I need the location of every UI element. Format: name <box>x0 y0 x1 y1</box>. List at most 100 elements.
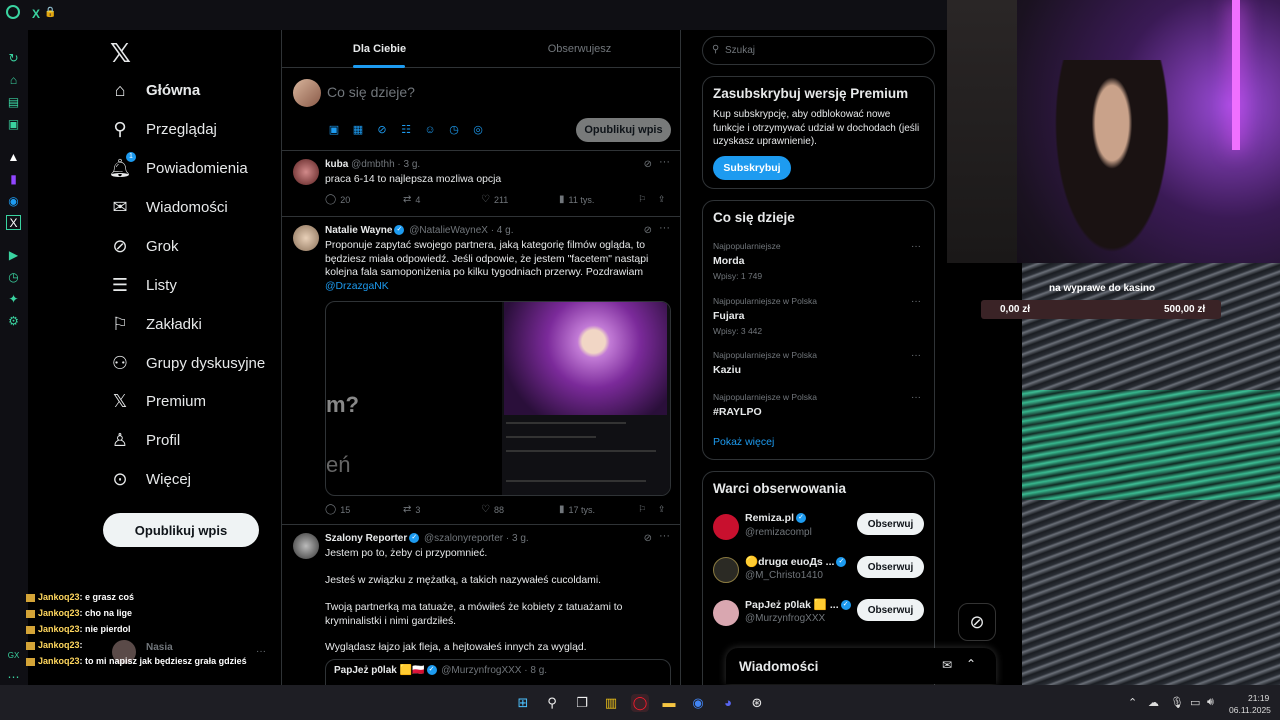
puzzle-icon[interactable]: ✦ <box>6 292 21 307</box>
follow-item[interactable]: PapJeż p0lak 🟨 ... ✓ @MurzynfrogXXX Obser… <box>713 596 928 632</box>
chrome-icon[interactable]: ◉ <box>689 694 707 712</box>
avatar[interactable] <box>713 600 739 626</box>
tweet[interactable]: Natalie Wayne ✓ @NatalieWayneX · 4 g. ⊘ ·… <box>282 217 680 525</box>
author-name[interactable]: Szalony Reporter <box>325 533 407 544</box>
play-icon[interactable]: ▶ <box>6 248 21 263</box>
nav-more[interactable]: ⊙ Więcej <box>108 460 191 498</box>
twitch-icon[interactable]: ▮ <box>6 172 21 187</box>
author-handle[interactable]: @szalonyreporter <box>424 533 503 544</box>
tweet-media[interactable]: m? eń <box>325 301 671 496</box>
avatar[interactable] <box>713 557 739 583</box>
follow-item[interactable]: 🟡drugα euoДs ... ✓ @M_Christo1410 Obserwu… <box>713 553 928 589</box>
follow-button[interactable]: Obserwuj <box>857 513 924 535</box>
views-button[interactable]: ▮ 17 tys. <box>559 504 595 515</box>
avatar[interactable] <box>293 533 319 559</box>
clock-icon[interactable]: ◷ <box>6 270 21 285</box>
nav-communities[interactable]: ⚇ Grupy dyskusyjne <box>108 344 265 382</box>
avatar[interactable] <box>713 514 739 540</box>
reply-button[interactable]: ◯ 20 <box>325 194 350 205</box>
nav-grok[interactable]: ⊘ Grok <box>108 227 178 265</box>
poll-icon[interactable]: ☷ <box>399 123 413 137</box>
like-button[interactable]: ♡ 211 <box>481 194 508 205</box>
avatar[interactable] <box>293 79 321 107</box>
task-view-icon[interactable]: ❐ <box>573 694 591 712</box>
app-icon[interactable]: ▥ <box>602 694 620 712</box>
cloud-icon[interactable]: ☁ <box>1148 696 1159 709</box>
settings-icon[interactable]: ⚙ <box>6 314 21 329</box>
bookmark-icon[interactable]: ⚐ <box>638 194 646 205</box>
discord-icon[interactable]: ◕ <box>719 694 737 712</box>
more-icon[interactable]: ··· <box>659 530 670 542</box>
emoji-icon[interactable]: ☺ <box>423 123 437 137</box>
chevron-up-icon[interactable]: ⌃ <box>1128 696 1137 709</box>
chart-icon[interactable]: ▤ <box>6 95 21 110</box>
grok-floating-button[interactable]: ⊘ <box>958 603 996 641</box>
author-name[interactable]: Natalie Wayne <box>325 225 392 236</box>
share-icon[interactable]: ⇪ <box>658 194 666 205</box>
retweet-button[interactable]: ⇄ 4 <box>403 194 420 205</box>
x-logo-icon[interactable]: 𝕏 <box>110 38 131 69</box>
tweet[interactable]: Szalony Reporter ✓ @szalonyreporter · 3 g… <box>282 525 680 685</box>
quote-author-name[interactable]: PapJeż p0lak 🟨🇵🇱 <box>334 665 425 676</box>
trend-item[interactable]: Najpopularniejsze w Polska Kaziu ··· <box>713 350 923 376</box>
author-handle[interactable]: @NatalieWayneX <box>409 225 488 236</box>
tab-following[interactable]: Obserwujesz <box>477 30 680 68</box>
avatar[interactable] <box>293 159 319 185</box>
chat-popup-name[interactable]: Nasia <box>146 642 173 653</box>
follow-button[interactable]: Obserwuj <box>857 556 924 578</box>
clock-date[interactable]: 06.11.2025 <box>1229 705 1271 715</box>
tab-for-you[interactable]: Dla Ciebie <box>282 30 477 68</box>
tab-x-icon[interactable]: X <box>32 7 40 21</box>
nav-bookmarks[interactable]: ⚐ Zakładki <box>108 305 202 343</box>
post-button[interactable]: Opublikuj wpis <box>103 513 259 547</box>
quote-author-handle[interactable]: @MurzynfrogXXX <box>441 665 521 676</box>
grok-icon[interactable]: ⊘ <box>644 533 652 544</box>
trend-item[interactable]: Najpopularniejsze Morda Wpisy: 1 749 ··· <box>713 241 923 281</box>
more-icon[interactable]: ··· <box>911 241 921 252</box>
tweet[interactable]: kuba @dmbthh · 3 g. ⊘ ··· praca 6-14 to … <box>282 151 680 217</box>
gif-icon[interactable]: ▦ <box>351 123 365 137</box>
new-message-icon[interactable]: ✉ <box>942 658 952 672</box>
show-more-link[interactable]: Pokaż więcej <box>713 436 774 448</box>
messenger-icon[interactable]: ◉ <box>6 194 21 209</box>
opera-logo-icon[interactable] <box>6 5 20 19</box>
author-name[interactable]: kuba <box>325 159 348 170</box>
x-app-icon[interactable]: X <box>6 215 21 230</box>
clock-time[interactable]: 21:19 <box>1248 693 1269 703</box>
views-button[interactable]: ▮ 11 tys. <box>559 194 594 205</box>
messages-drawer[interactable]: Wiadomości ✉ ⌃ <box>726 648 996 684</box>
nav-home[interactable]: ⌂ Główna <box>108 71 201 109</box>
bag-icon[interactable]: ⌂ <box>6 73 21 88</box>
more-icon[interactable]: ··· <box>659 156 670 168</box>
subscribe-button[interactable]: Subskrybuj <box>713 156 791 180</box>
grok-icon[interactable]: ⊘ <box>644 225 652 236</box>
author-handle[interactable]: @dmbthh <box>351 159 395 170</box>
bookmark-icon[interactable]: ⚐ <box>638 504 646 515</box>
nav-messages[interactable]: ✉ Wiadomości <box>108 188 227 226</box>
compose-post-button[interactable]: Opublikuj wpis <box>576 118 671 142</box>
nav-profile[interactable]: ♙ Profil <box>108 421 180 459</box>
grok-icon[interactable]: ⊘ <box>644 159 652 170</box>
like-button[interactable]: ♡ 88 <box>481 504 504 515</box>
search-input[interactable]: Szukaj <box>725 45 755 56</box>
follow-button[interactable]: Obserwuj <box>857 599 924 621</box>
image-icon[interactable]: ▣ <box>327 123 341 137</box>
aria-icon[interactable]: ▲ <box>6 150 21 165</box>
compose-input[interactable]: Co się dzieje? <box>327 84 415 100</box>
volume-icon[interactable]: 🔊︎ <box>1207 696 1214 709</box>
nav-lists[interactable]: ☰ Listy <box>108 266 177 304</box>
share-icon[interactable]: ⇪ <box>658 504 666 515</box>
more-icon[interactable]: ··· <box>911 350 921 361</box>
quoted-tweet[interactable]: PapJeż p0lak 🟨🇵🇱 ✓ @MurzynfrogXXX · 8 g. <box>325 659 671 685</box>
gx-icon[interactable]: GX <box>6 648 21 663</box>
avatar[interactable] <box>293 225 319 251</box>
reply-button[interactable]: ◯ 15 <box>325 504 350 515</box>
refresh-icon[interactable]: ↻ <box>6 51 21 66</box>
microphone-icon[interactable]: 🎙︎ <box>1170 696 1184 709</box>
opera-gx-icon[interactable]: ◯ <box>631 694 649 712</box>
more-icon[interactable]: ··· <box>659 222 670 234</box>
nav-explore[interactable]: ⚲ Przeglądaj <box>108 110 216 148</box>
search-box[interactable]: ⚲ Szukaj <box>702 36 935 65</box>
trend-item[interactable]: Najpopularniejsze w Polska #RAYLPO ··· <box>713 392 923 418</box>
file-explorer-icon[interactable]: ▬ <box>660 694 678 712</box>
